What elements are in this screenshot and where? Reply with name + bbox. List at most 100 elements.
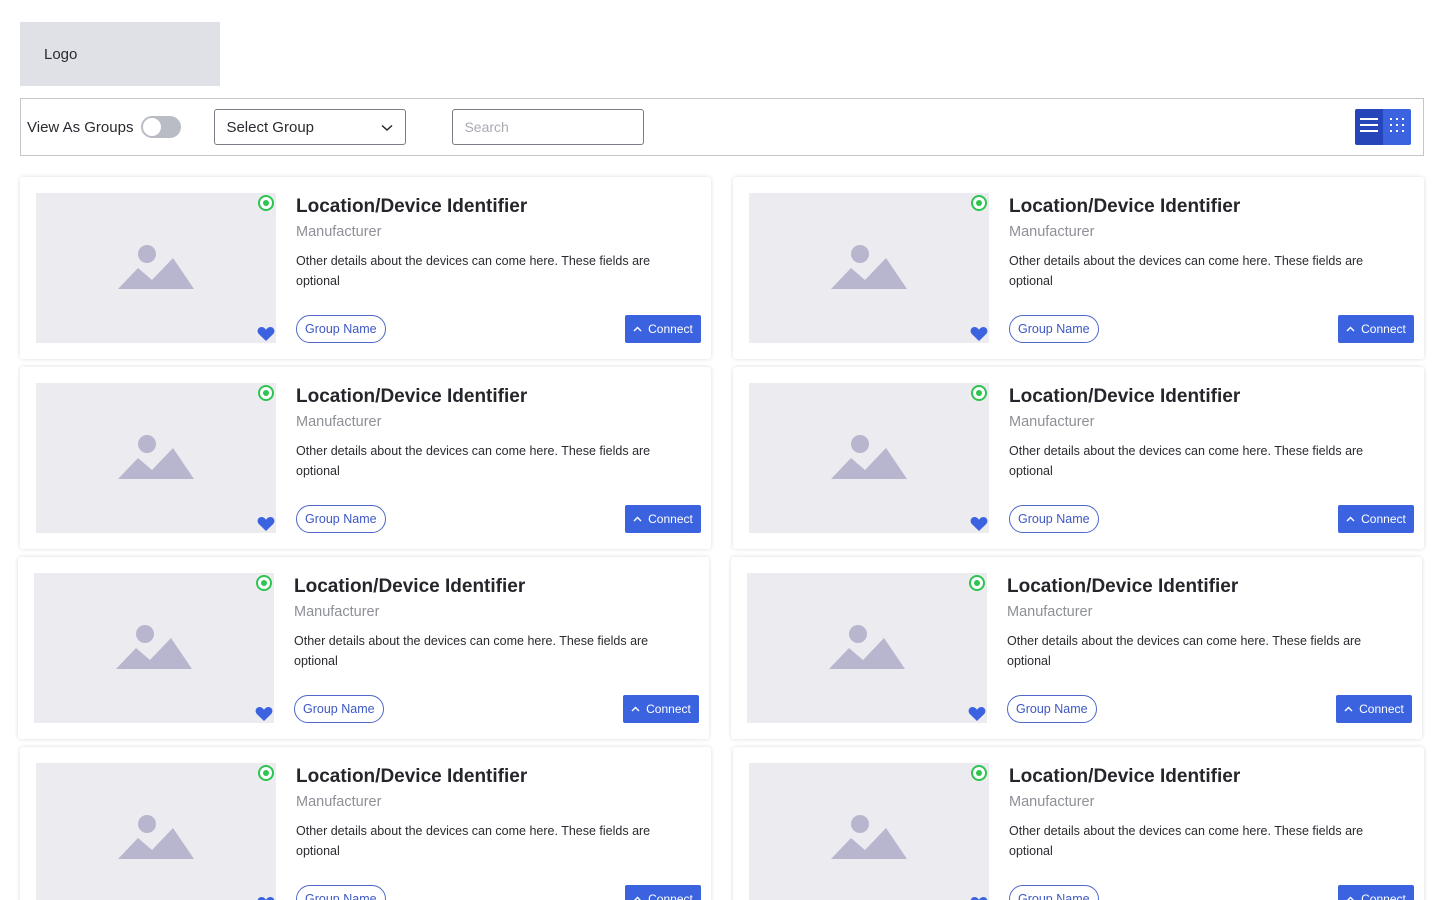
chevron-up-icon: [633, 326, 642, 332]
chevron-up-icon: [1347, 896, 1355, 900]
image-placeholder-icon: [831, 815, 907, 859]
image-placeholder-icon: [831, 435, 907, 479]
group-tag[interactable]: Group Name: [1009, 505, 1099, 533]
device-image-placeholder: [749, 383, 989, 533]
search-input[interactable]: Search: [452, 109, 645, 145]
view-as-groups-label: View As Groups: [27, 118, 134, 136]
device-title: Location/Device Identifier: [1007, 576, 1239, 597]
connect-button[interactable]: Connect: [1338, 885, 1414, 900]
connect-label: Connect: [648, 322, 693, 336]
device-card: Location/Device Identifier Manufacturer …: [20, 747, 711, 900]
connect-label: Connect: [648, 892, 693, 900]
group-tag[interactable]: Group Name: [296, 505, 386, 533]
group-select-value: Select Group: [226, 118, 314, 136]
device-card: Location/Device Identifier Manufacturer …: [731, 557, 1422, 739]
device-card: Location/Device Identifier Manufacturer …: [20, 367, 711, 549]
device-manufacturer: Manufacturer: [296, 794, 382, 810]
device-image-placeholder: [749, 193, 989, 343]
heart-icon[interactable]: [968, 706, 986, 722]
connect-label: Connect: [646, 702, 691, 716]
device-details: Other details about the devices can come…: [1007, 634, 1362, 668]
search-placeholder: Search: [464, 119, 509, 135]
heart-icon[interactable]: [257, 896, 275, 900]
device-title: Location/Device Identifier: [296, 386, 528, 407]
device-image-placeholder: [34, 573, 274, 723]
group-tag[interactable]: Group Name: [1009, 885, 1099, 900]
logo-label: Logo: [44, 45, 78, 63]
connect-button[interactable]: Connect: [1338, 315, 1414, 343]
device-title: Location/Device Identifier: [1009, 386, 1241, 407]
device-image-placeholder: [747, 573, 987, 723]
group-tag[interactable]: Group Name: [296, 885, 386, 900]
device-image-placeholder: [36, 763, 276, 900]
device-details: Other details about the devices can come…: [296, 444, 651, 478]
device-details: Other details about the devices can come…: [296, 254, 651, 288]
connect-button[interactable]: Connect: [625, 505, 701, 533]
list-view-icon: [1360, 117, 1378, 137]
heart-icon[interactable]: [970, 326, 988, 342]
heart-icon[interactable]: [970, 516, 988, 532]
chevron-up-icon: [1344, 706, 1353, 712]
online-status-icon: [258, 385, 274, 401]
chevron-up-icon: [631, 706, 640, 712]
logo: Logo: [20, 22, 220, 86]
group-tag[interactable]: Group Name: [294, 695, 384, 723]
heart-icon[interactable]: [257, 516, 275, 532]
group-tag[interactable]: Group Name: [296, 315, 386, 343]
connect-button[interactable]: Connect: [625, 315, 701, 343]
device-details: Other details about the devices can come…: [296, 824, 651, 858]
device-manufacturer: Manufacturer: [1009, 224, 1095, 240]
device-title: Location/Device Identifier: [296, 766, 528, 787]
device-details: Other details about the devices can come…: [1009, 444, 1364, 478]
image-placeholder-icon: [118, 815, 194, 859]
connect-label: Connect: [648, 512, 693, 526]
group-tag[interactable]: Group Name: [1007, 695, 1097, 723]
online-status-icon: [258, 765, 274, 781]
device-title: Location/Device Identifier: [1009, 196, 1241, 217]
connect-button[interactable]: Connect: [1338, 505, 1414, 533]
toggle-knob: [143, 118, 162, 136]
device-card: Location/Device Identifier Manufacturer …: [733, 747, 1424, 900]
heart-icon[interactable]: [257, 326, 275, 342]
connect-button[interactable]: Connect: [1336, 695, 1412, 723]
connect-button[interactable]: Connect: [625, 885, 701, 900]
online-status-icon: [971, 195, 987, 211]
connect-label: Connect: [1361, 322, 1406, 336]
image-placeholder-icon: [118, 435, 194, 479]
device-card: Location/Device Identifier Manufacturer …: [733, 177, 1424, 359]
group-tag[interactable]: Group Name: [1009, 315, 1099, 343]
group-select[interactable]: Select Group: [214, 109, 407, 145]
list-view-button[interactable]: [1355, 109, 1383, 145]
image-placeholder-icon: [116, 625, 192, 669]
view-as-groups-toggle[interactable]: [141, 116, 182, 138]
online-status-icon: [256, 575, 272, 591]
device-title: Location/Device Identifier: [296, 196, 528, 217]
device-manufacturer: Manufacturer: [294, 604, 380, 620]
image-placeholder-icon: [831, 245, 907, 289]
filter-toolbar: View As Groups Select Group Search: [20, 98, 1424, 156]
connect-button[interactable]: Connect: [623, 695, 699, 723]
grid-view-button[interactable]: [1383, 109, 1411, 145]
chevron-up-icon: [1346, 516, 1355, 522]
device-title: Location/Device Identifier: [1009, 766, 1241, 787]
heart-icon[interactable]: [970, 896, 988, 900]
chevron-up-icon: [1346, 326, 1355, 332]
online-status-icon: [969, 575, 985, 591]
device-image-placeholder: [36, 193, 276, 343]
heart-icon[interactable]: [255, 706, 273, 722]
chevron-down-icon: [381, 119, 393, 136]
device-manufacturer: Manufacturer: [1009, 414, 1095, 430]
device-details: Other details about the devices can come…: [294, 634, 649, 668]
connect-label: Connect: [1361, 892, 1406, 900]
online-status-icon: [971, 765, 987, 781]
device-manufacturer: Manufacturer: [296, 224, 382, 240]
device-title: Location/Device Identifier: [294, 576, 526, 597]
grid-view-icon: [1389, 117, 1405, 138]
online-status-icon: [258, 195, 274, 211]
device-image-placeholder: [36, 383, 276, 533]
device-card: Location/Device Identifier Manufacturer …: [733, 367, 1424, 549]
device-card: Location/Device Identifier Manufacturer …: [18, 557, 709, 739]
chevron-up-icon: [634, 896, 642, 900]
device-manufacturer: Manufacturer: [296, 414, 382, 430]
device-image-placeholder: [749, 763, 989, 900]
